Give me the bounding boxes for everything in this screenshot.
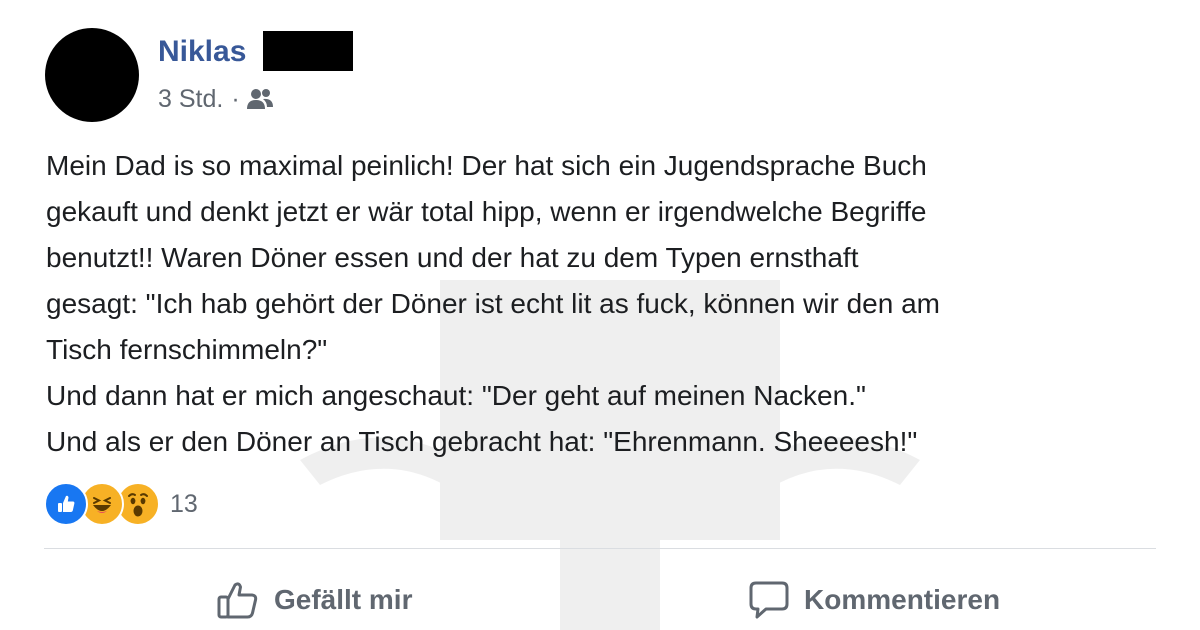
thumbs-up-icon	[216, 580, 260, 620]
reaction-count[interactable]: 13	[170, 490, 198, 519]
friends-icon[interactable]	[246, 87, 274, 111]
author-name-link[interactable]: Niklas	[158, 32, 246, 72]
divider	[44, 548, 1156, 549]
speech-bubble-icon	[748, 580, 790, 620]
like-button[interactable]: Gefällt mir	[216, 574, 412, 626]
like-reaction-icon	[44, 482, 88, 526]
post-body-text: Mein Dad is so maximal peinlich! Der hat…	[46, 150, 940, 457]
post-meta: 3 Std. ·	[158, 82, 274, 116]
meta-separator: ·	[231, 84, 240, 113]
comment-button[interactable]: Kommentieren	[748, 574, 1000, 626]
reactions-summary[interactable]: 13	[44, 482, 198, 526]
redacted-surname	[263, 31, 353, 71]
like-button-label: Gefällt mir	[274, 584, 413, 615]
comment-button-label: Kommentieren	[804, 584, 1001, 615]
post-timestamp[interactable]: 3 Std.	[158, 85, 223, 114]
avatar[interactable]	[45, 28, 139, 122]
